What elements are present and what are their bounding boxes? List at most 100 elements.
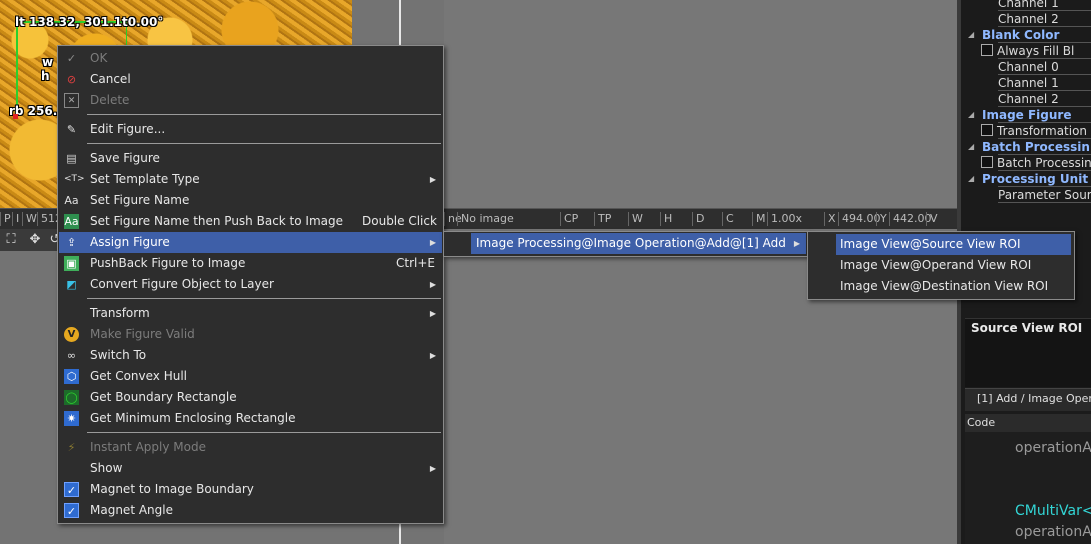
- tree-item-batch-processin[interactable]: Batch Processin: [981, 155, 1091, 171]
- source-roi-panel: Source View ROI: [965, 318, 1091, 387]
- expand-arrow-icon[interactable]: ◢: [968, 171, 974, 187]
- assign-target-add[interactable]: Image Processing@Image Operation@Add@[1]…: [471, 233, 806, 254]
- menu-item-label: Image Processing@Image Operation@Add@[1]…: [476, 236, 786, 250]
- menu-item-edit-figure[interactable]: ✎ Edit Figure...: [59, 119, 442, 140]
- tree-checkbox[interactable]: [981, 44, 993, 56]
- tree-item-batch-processin[interactable]: ◢ Batch Processin: [968, 139, 1090, 155]
- menu-item-cancel[interactable]: ⊘ Cancel: [59, 69, 442, 90]
- lightning-icon: ⚡: [67, 441, 76, 454]
- text-aa-push-icon: Aa: [64, 214, 79, 229]
- menu-item-pushback-figure-to-image[interactable]: ▣ PushBack Figure to Image Ctrl+E: [59, 253, 442, 274]
- menu-item-ok[interactable]: ✓ OK: [59, 48, 442, 69]
- tree-item-blank-color[interactable]: ◢ Blank Color: [968, 27, 1060, 43]
- checked-icon: ✓: [64, 482, 79, 497]
- tree-item-processing-unit[interactable]: ◢ Processing Unit: [968, 171, 1088, 187]
- menu-item-label: Assign Figure: [90, 235, 170, 249]
- code-header: Code: [965, 414, 1091, 433]
- tree-item-label: Always Fill Bl: [997, 44, 1075, 58]
- checked-icon: ✓: [64, 503, 79, 518]
- fit-view-icon[interactable]: ⛶: [3, 232, 19, 248]
- menu-item-label: Image View@Operand View ROI: [840, 258, 1032, 272]
- menu-separator: [87, 114, 441, 115]
- menu-item-label: Magnet to Image Boundary: [90, 482, 254, 496]
- save-icon: ▤: [66, 152, 77, 165]
- menu-item-magnet-to-image-boundary[interactable]: ✓ Magnet to Image Boundary: [59, 479, 442, 500]
- menu-item-show[interactable]: Show ▶: [59, 458, 442, 479]
- menu-item-label: Magnet Angle: [90, 503, 173, 517]
- menu-item-set-figure-name-then-push-back-to-image[interactable]: Aa Set Figure Name then Push Back to Imag…: [59, 211, 442, 232]
- menu-item-set-template-type[interactable]: <T> Set Template Type ▶: [59, 169, 442, 190]
- tree-item-parameter-source[interactable]: Parameter Source: [998, 187, 1091, 203]
- tree-item-label: Parameter Source: [998, 188, 1091, 202]
- valid-v-icon: V: [64, 327, 79, 342]
- menu-item-get-minimum-enclosing-rectangle[interactable]: ✷ Get Minimum Enclosing Rectangle: [59, 408, 442, 429]
- menu-item-label: Delete: [90, 93, 130, 107]
- submenu-arrow-icon: ▶: [793, 239, 800, 248]
- roi-item-operand-view-roi[interactable]: Image View@Operand View ROI: [836, 255, 1071, 276]
- assign-figure-submenu: Image Processing@Image Operation@Add@[1]…: [443, 231, 809, 257]
- menu-item-label: Get Minimum Enclosing Rectangle: [90, 411, 296, 425]
- menu-item-shortcut: Double Click: [362, 214, 437, 228]
- menu-item-magnet-angle[interactable]: ✓ Magnet Angle: [59, 500, 442, 521]
- menu-item-make-figure-valid[interactable]: V Make Figure Valid: [59, 324, 442, 345]
- menu-item-save-figure[interactable]: ▤ Save Figure: [59, 148, 442, 169]
- menu-item-get-boundary-rectangle[interactable]: ◯ Get Boundary Rectangle: [59, 387, 442, 408]
- status-d: D: [692, 212, 704, 226]
- tag-icon: <T>: [64, 174, 85, 184]
- menu-item-set-figure-name[interactable]: Aa Set Figure Name: [59, 190, 442, 211]
- tree-item-channel-0[interactable]: Channel 0: [998, 59, 1059, 75]
- menu-item-label: Set Figure Name: [90, 193, 190, 207]
- tree-item-transformation[interactable]: Transformation: [981, 123, 1087, 139]
- convex-hull-icon: ⬡: [64, 369, 79, 384]
- code-header-label: Code: [967, 416, 996, 429]
- tree-item-channel-2[interactable]: Channel 2: [998, 91, 1059, 107]
- submenu-arrow-icon: ▶: [429, 175, 436, 184]
- menu-item-label: Get Convex Hull: [90, 369, 188, 383]
- menu-separator: [87, 432, 441, 433]
- tree-item-always-fill-bl[interactable]: Always Fill Bl: [981, 43, 1074, 59]
- code-line-2: CMultiVar<: [1015, 503, 1091, 519]
- figure-context-menu: ✓ OK ⊘ Cancel ✕ Delete ✎ Edit Figure... ▤ Save Fi…: [57, 45, 444, 524]
- middle-status-bar: ne No image CP TP W H D C M 1.00x X 494.…: [444, 208, 957, 229]
- tree-checkbox[interactable]: [981, 156, 993, 168]
- menu-item-switch-to[interactable]: ∞ Switch To ▶: [59, 345, 442, 366]
- tree-item-channel-2[interactable]: Channel 2: [998, 11, 1059, 27]
- menu-item-assign-figure[interactable]: ⇪ Assign Figure ▶: [59, 232, 442, 253]
- expand-arrow-icon[interactable]: ◢: [968, 27, 974, 43]
- menu-item-label: Switch To: [90, 348, 147, 362]
- tree-item-label: Blank Color: [982, 28, 1060, 42]
- expand-arrow-icon[interactable]: ◢: [968, 107, 974, 123]
- roi-item-destination-view-roi[interactable]: Image View@Destination View ROI: [836, 276, 1071, 297]
- menu-item-transform[interactable]: Transform ▶: [59, 303, 442, 324]
- overlay-h-label: h: [41, 69, 50, 83]
- tree-item-label: Channel 1: [998, 0, 1059, 10]
- menu-item-instant-apply-mode[interactable]: ⚡ Instant Apply Mode: [59, 437, 442, 458]
- status-h: H: [660, 212, 672, 226]
- submenu-arrow-icon: ▶: [429, 309, 436, 318]
- menu-item-delete[interactable]: ✕ Delete: [59, 90, 442, 111]
- menu-item-convert-figure-object-to-layer[interactable]: ◩ Convert Figure Object to Layer ▶: [59, 274, 442, 295]
- expand-arrow-icon[interactable]: ◢: [968, 139, 974, 155]
- tab-add-image-operation[interactable]: [1] Add / Image Operat: [977, 392, 1091, 405]
- menu-item-label: Set Template Type: [90, 172, 200, 186]
- submenu-arrow-icon: ▶: [429, 464, 436, 473]
- roi-handle[interactable]: [13, 114, 18, 119]
- menu-item-label: Convert Figure Object to Layer: [90, 277, 274, 291]
- roi-item-source-view-roi[interactable]: Image View@Source View ROI: [836, 234, 1071, 255]
- text-aa-icon: Aa: [64, 194, 79, 207]
- status-cp: CP: [560, 212, 578, 226]
- submenu-arrow-icon: ▶: [429, 351, 436, 360]
- status-x-value: 494.00: [838, 212, 881, 226]
- menu-item-label: Make Figure Valid: [90, 327, 195, 341]
- tree-checkbox[interactable]: [981, 124, 993, 136]
- move-icon[interactable]: ✥: [27, 232, 43, 248]
- menu-item-get-convex-hull[interactable]: ⬡ Get Convex Hull: [59, 366, 442, 387]
- menu-item-label: Set Figure Name then Push Back to Image: [90, 214, 343, 228]
- tree-item-label: Channel 0: [998, 60, 1059, 74]
- tree-item-image-figure[interactable]: ◢ Image Figure: [968, 107, 1071, 123]
- menu-item-shortcut: Ctrl+E: [396, 256, 435, 270]
- tree-item-channel-1[interactable]: Channel 1: [998, 75, 1059, 91]
- menu-item-label: OK: [90, 51, 108, 65]
- code-editor[interactable]: operationAc CMultiVar< operationAc: [965, 432, 1091, 544]
- no-entry-icon: ⊘: [66, 73, 77, 86]
